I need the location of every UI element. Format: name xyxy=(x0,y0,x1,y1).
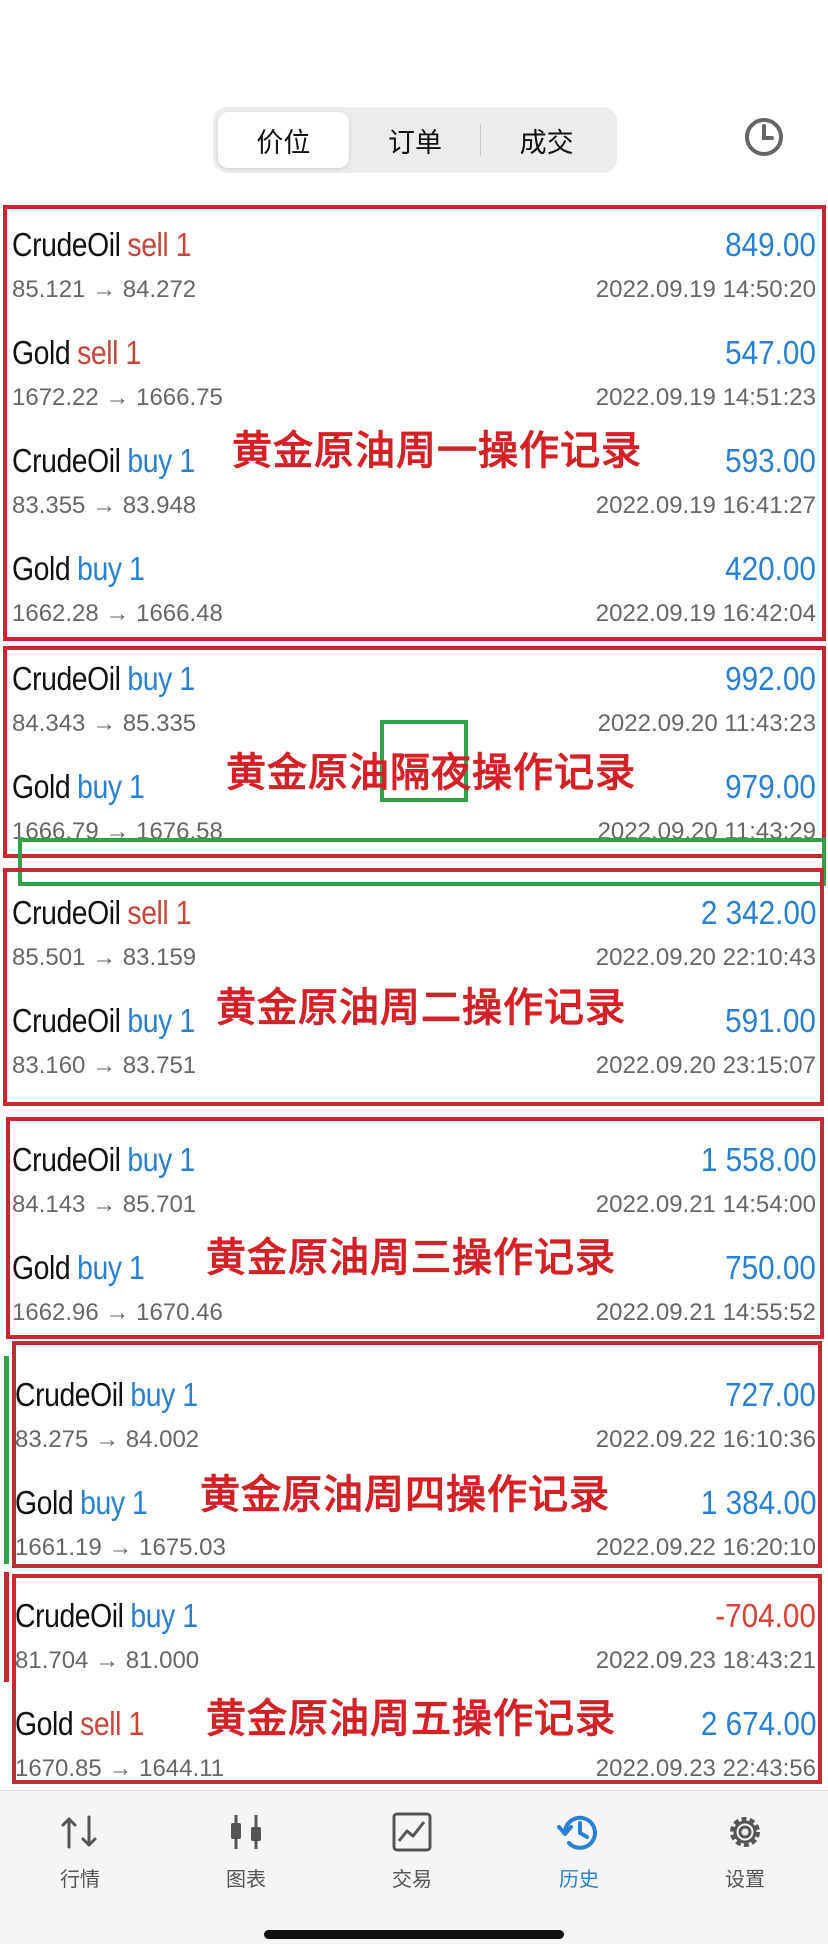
annotation-overnight: 黄金原油隔夜操作记录 xyxy=(226,740,636,798)
tab-charts-label: 图表 xyxy=(226,1867,266,1891)
home-indicator xyxy=(264,1930,564,1939)
tab-positions-label: 价位 xyxy=(256,127,311,159)
tab-quotes-label: 行情 xyxy=(60,1867,100,1891)
annotation-red-bar xyxy=(4,1572,9,1682)
tab-settings[interactable]: 设置 xyxy=(690,1809,800,1892)
tab-orders-label: 订单 xyxy=(388,127,442,159)
annotation-tuesday: 黄金原油周二操作记录 xyxy=(216,985,626,1031)
tab-deals[interactable]: 成交 xyxy=(481,112,612,168)
tab-trade-label: 交易 xyxy=(392,1867,432,1891)
history-clock-icon xyxy=(557,1815,597,1850)
annotation-overnight-pre: 黄金原油 xyxy=(226,750,390,796)
tab-history[interactable]: 历史 xyxy=(524,1809,634,1892)
clock-history-icon[interactable] xyxy=(743,116,785,158)
tab-history-label: 历史 xyxy=(559,1867,599,1891)
candlestick-chart-icon xyxy=(231,1815,261,1849)
quotes-arrows-icon xyxy=(61,1815,97,1849)
tab-deals-label: 成交 xyxy=(519,127,574,159)
annotation-friday: 黄金原油周五操作记录 xyxy=(206,1696,616,1742)
annotation-green-bar xyxy=(4,1356,9,1564)
segmented-control: 价位 订单 成交 xyxy=(213,107,617,173)
annotation-box-thursday xyxy=(12,1341,822,1568)
bottom-tab-bar: 行情 图表 交易 历史 设置 xyxy=(0,1790,828,1944)
tab-charts[interactable]: 图表 xyxy=(191,1809,301,1892)
tab-positions[interactable]: 价位 xyxy=(218,112,349,168)
tab-quotes[interactable]: 行情 xyxy=(25,1809,135,1892)
settings-gear-icon xyxy=(730,1817,760,1847)
annotation-overnight-post: 操作记录 xyxy=(472,750,636,796)
annotation-thursday: 黄金原油周四操作记录 xyxy=(200,1472,610,1518)
tab-orders[interactable]: 订单 xyxy=(350,112,481,168)
annotation-overnight-highlight: 隔夜 xyxy=(390,750,472,796)
trade-chart-icon xyxy=(392,1812,432,1852)
annotation-monday: 黄金原油周一操作记录 xyxy=(232,428,642,474)
tab-settings-label: 设置 xyxy=(725,1867,765,1891)
tab-trade[interactable]: 交易 xyxy=(357,1809,467,1892)
annotation-wednesday: 黄金原油周三操作记录 xyxy=(206,1235,616,1281)
annotation-box-friday xyxy=(12,1574,822,1784)
